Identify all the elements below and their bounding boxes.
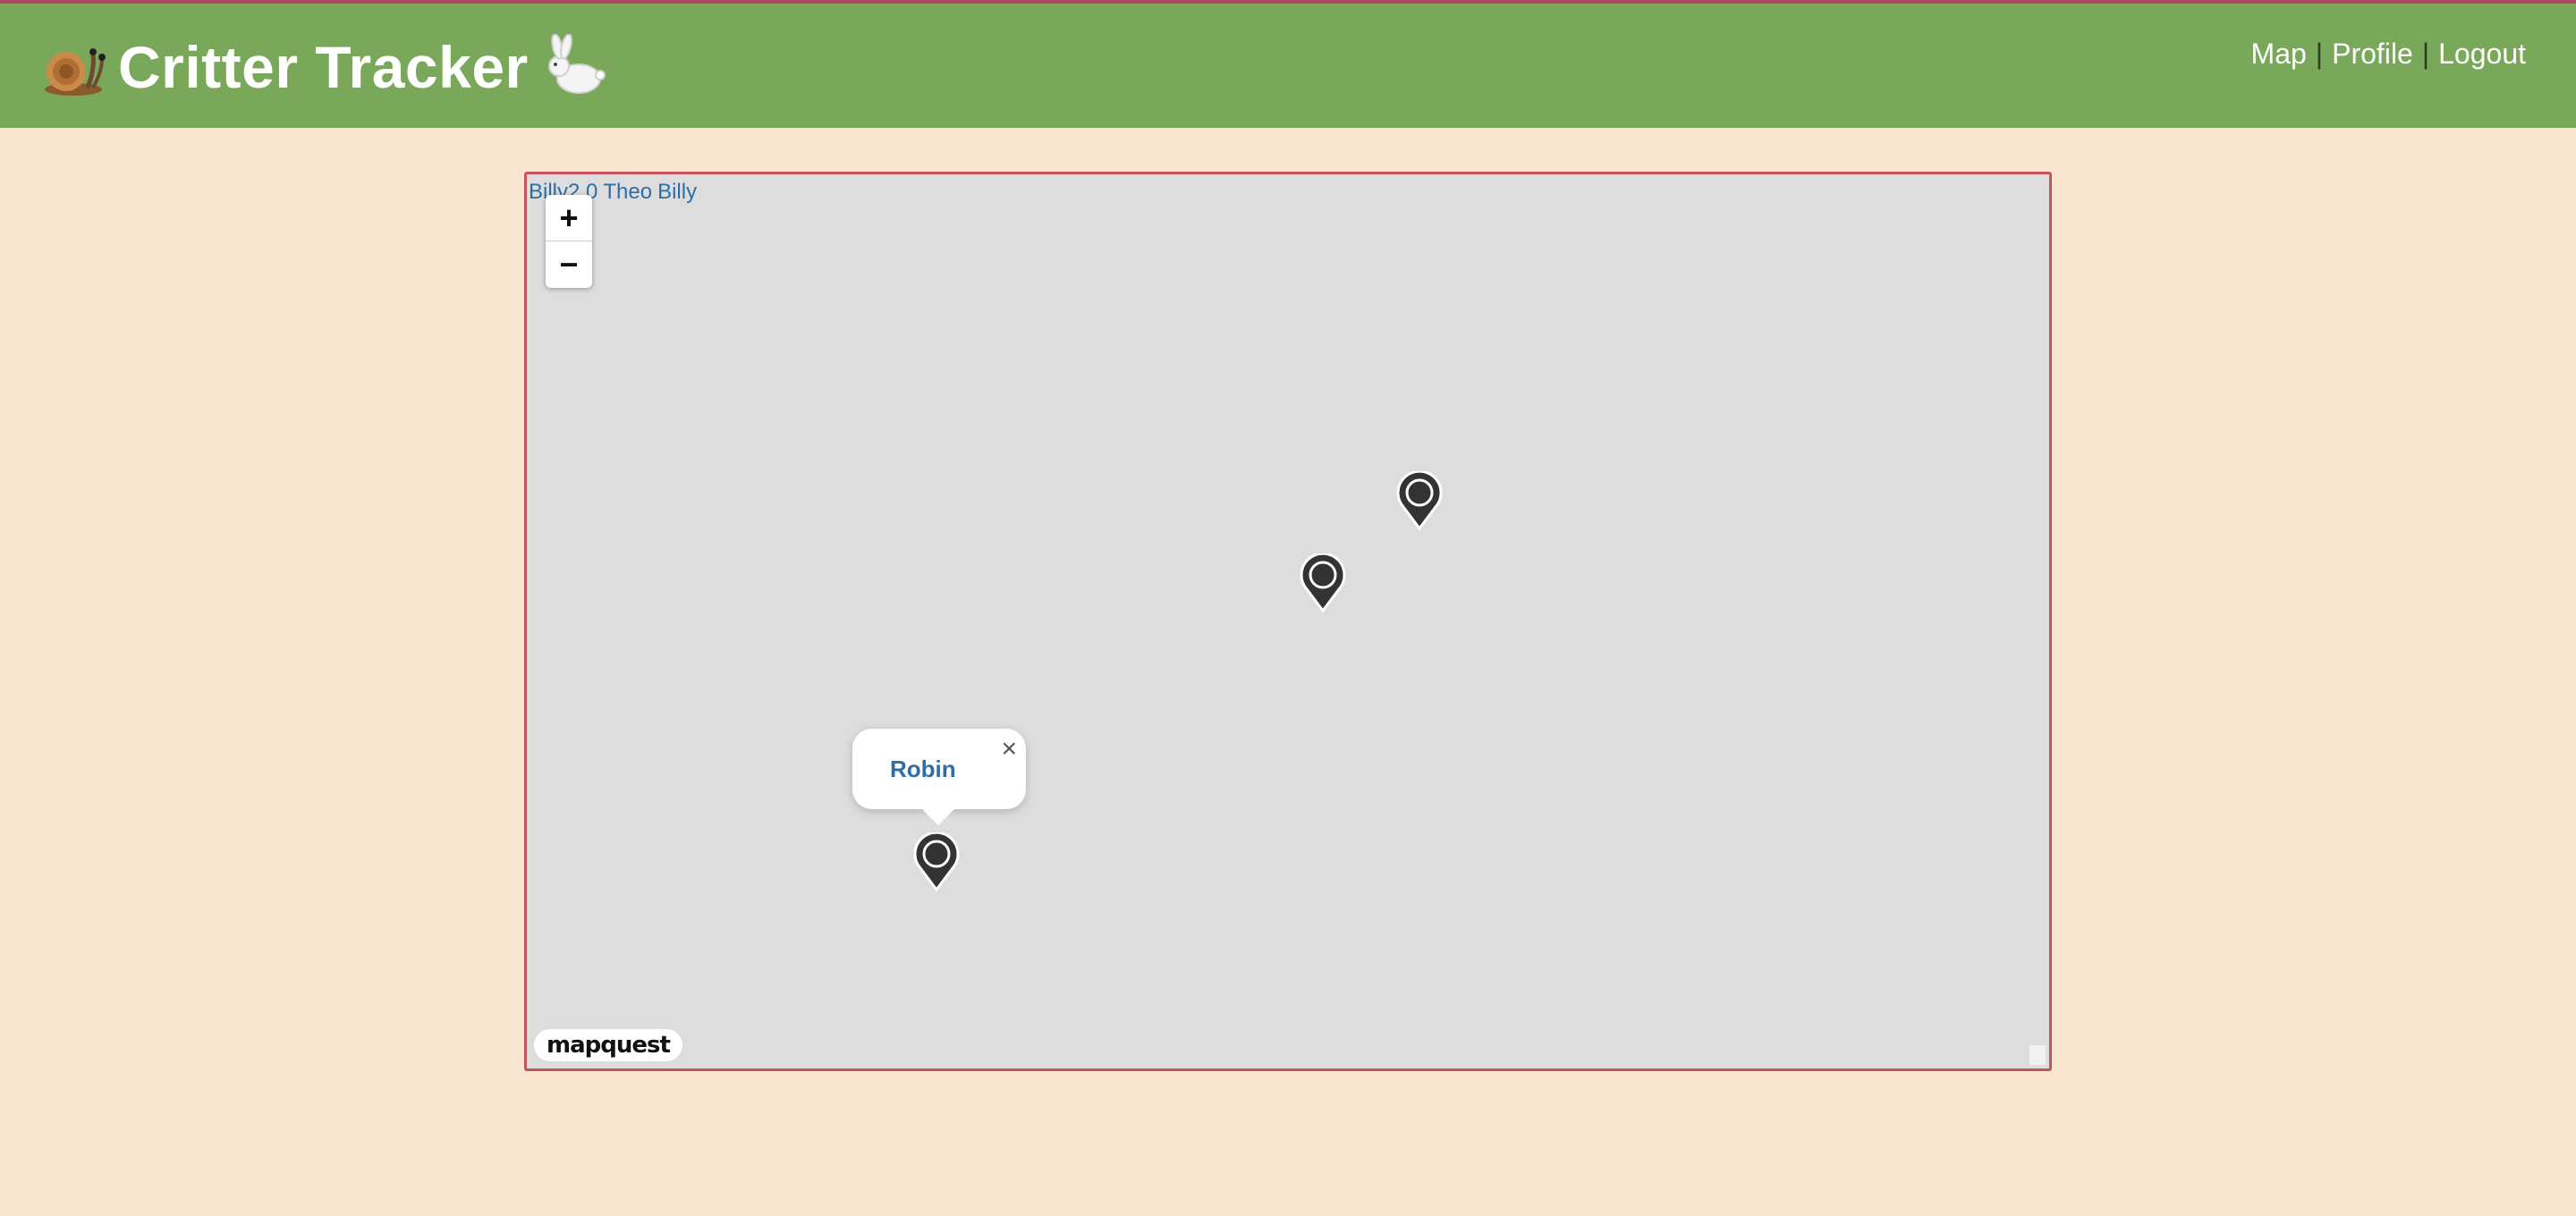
critter-map[interactable]: Billy2.0 Theo Billy + − Robin × mapquest — [524, 172, 2052, 1071]
nav-separator: | — [2421, 38, 2430, 70]
nav-separator: | — [2315, 38, 2324, 70]
animal-link-billy[interactable]: Billy — [657, 180, 697, 204]
animal-link-theo[interactable]: Theo — [603, 180, 652, 204]
map-corner — [2029, 1045, 2046, 1065]
zoom-control: + − — [546, 195, 592, 288]
page: Critter Tracker Map | Profile | Logout B… — [0, 0, 2576, 1216]
snail-icon — [39, 34, 106, 100]
header-bar: Critter Tracker Map | Profile | Logout — [0, 0, 2576, 128]
nav-logout-link[interactable]: Logout — [2438, 38, 2526, 71]
top-nav: Map | Profile | Logout — [2251, 38, 2526, 71]
map-pin-icon[interactable] — [1394, 471, 1445, 532]
close-icon[interactable]: × — [1001, 736, 1017, 763]
app-brand: Critter Tracker — [39, 27, 609, 107]
map-pin-icon[interactable] — [911, 832, 962, 893]
marker-popup: Robin × — [852, 729, 1026, 825]
zoom-out-button[interactable]: − — [546, 241, 592, 288]
rabbit-icon — [543, 34, 609, 100]
popup-animal-name[interactable]: Robin — [890, 756, 956, 783]
nav-profile-link[interactable]: Profile — [2332, 38, 2413, 71]
mapquest-logo: mapquest — [534, 1029, 682, 1061]
zoom-in-button[interactable]: + — [546, 195, 592, 241]
app-title: Critter Tracker — [118, 34, 529, 100]
map-pin-icon[interactable] — [1298, 553, 1348, 614]
nav-map-link[interactable]: Map — [2251, 38, 2307, 71]
